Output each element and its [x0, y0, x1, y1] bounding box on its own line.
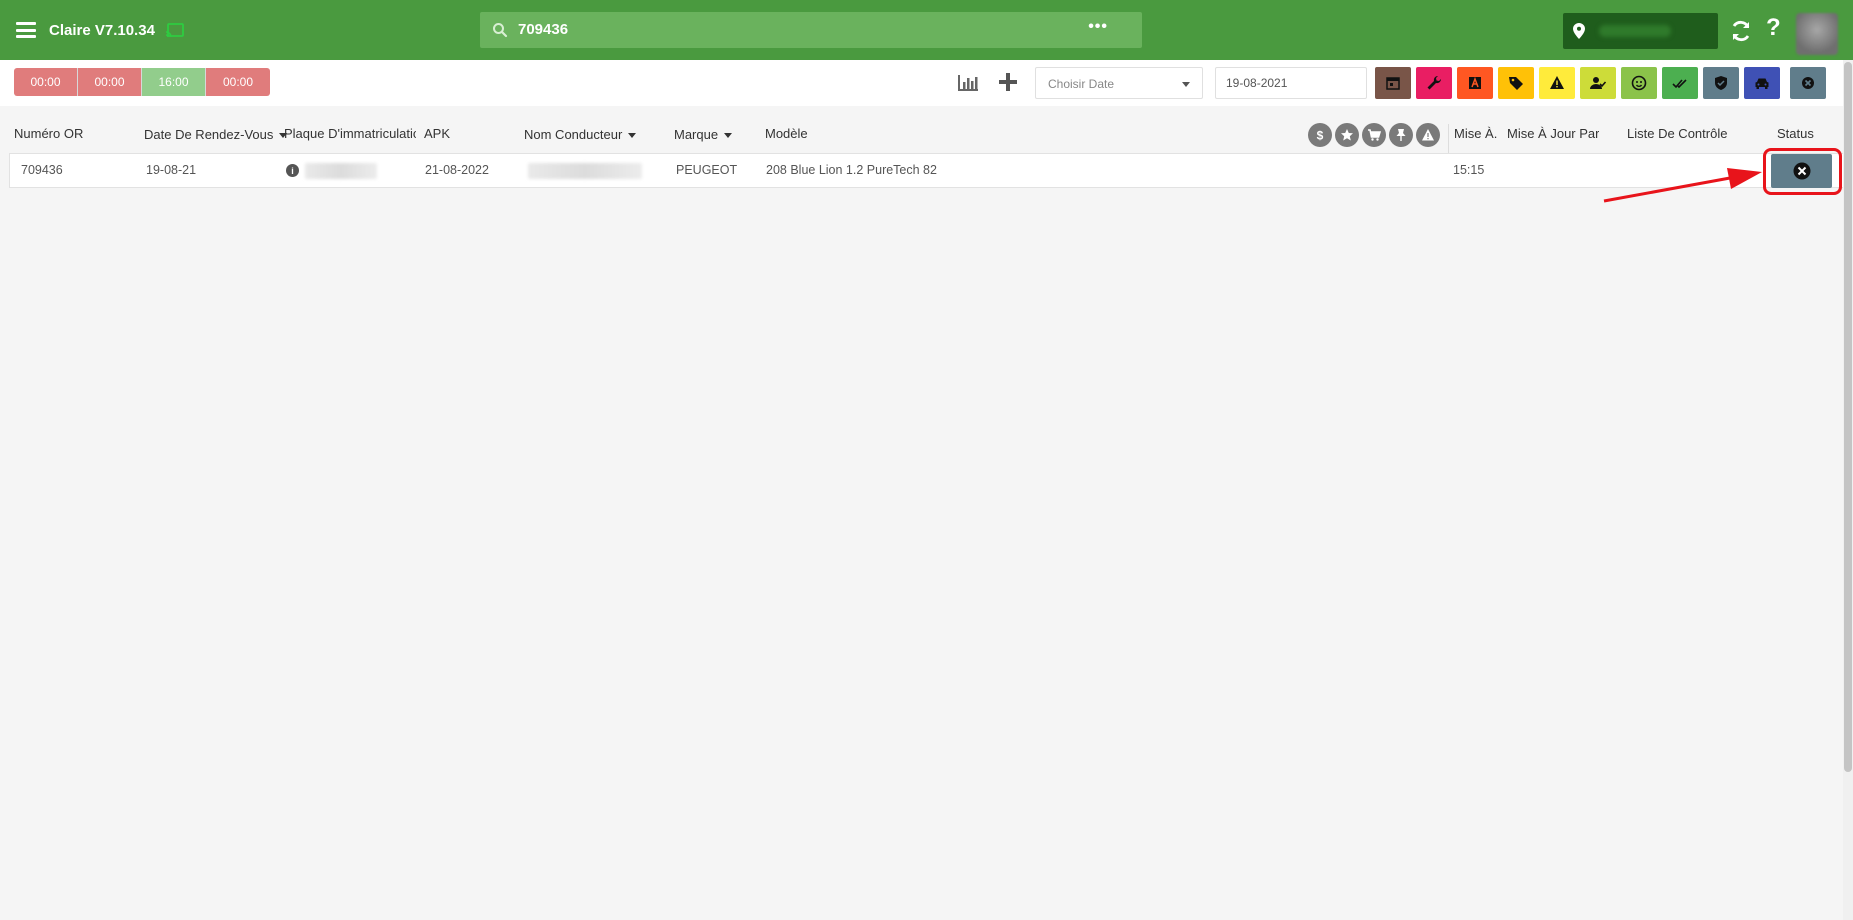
face-filter-button[interactable]: [1621, 67, 1657, 99]
user-check-icon: [1590, 77, 1606, 89]
time-slot-button[interactable]: 16:00: [142, 68, 206, 96]
search-options-button[interactable]: •••: [1088, 18, 1108, 36]
star-icon[interactable]: [1335, 123, 1359, 147]
double-check-filter-button[interactable]: [1662, 67, 1698, 99]
shield-filter-button[interactable]: [1703, 67, 1739, 99]
add-icon[interactable]: [998, 72, 1018, 92]
svg-text:$: $: [1317, 129, 1324, 143]
search-bar[interactable]: 709436 •••: [480, 12, 1142, 48]
cancel-icon: [1802, 77, 1814, 89]
header-status[interactable]: Status: [1777, 126, 1814, 141]
calendar-icon: [1386, 77, 1400, 90]
time-slot-button[interactable]: 00:00: [14, 68, 78, 96]
time-slot-button[interactable]: 00:00: [78, 68, 142, 96]
menu-icon[interactable]: [16, 22, 36, 38]
table-row[interactable]: 709436 19-08-21 i 21-08-2022 PEUGEOT 208…: [9, 153, 1845, 188]
cell-apk: 21-08-2022: [425, 163, 489, 177]
cell-plaque-redacted: [305, 163, 377, 179]
car-filter-button[interactable]: [1744, 67, 1780, 99]
warning-filter-button[interactable]: [1539, 67, 1575, 99]
user-check-filter-button[interactable]: [1580, 67, 1616, 99]
cancel-filter-button[interactable]: [1790, 67, 1826, 99]
double-check-icon: [1672, 79, 1687, 89]
scrollbar-thumb[interactable]: [1844, 62, 1852, 772]
location-value-redacted: [1599, 25, 1671, 37]
date-input[interactable]: [1215, 67, 1367, 99]
choose-date-label: Choisir Date: [1048, 77, 1115, 91]
letter-a-icon: [1469, 76, 1481, 89]
cell-date-rdv: 19-08-21: [146, 163, 197, 177]
header-plaque[interactable]: Plaque D'immatriculation: [284, 126, 416, 141]
search-input[interactable]: 709436: [518, 21, 568, 38]
scrollbar[interactable]: [1843, 60, 1853, 920]
warning-icon[interactable]: [1416, 123, 1440, 147]
wrench-filter-button[interactable]: [1416, 67, 1452, 99]
cell-nom-conducteur-redacted: [528, 163, 642, 179]
avatar[interactable]: [1796, 13, 1838, 55]
top-bar: Claire V7.10.34 709436 ••• ?: [0, 0, 1853, 60]
refresh-icon[interactable]: [1729, 19, 1753, 43]
tag-filter-button[interactable]: [1498, 67, 1534, 99]
car-icon: [1755, 78, 1769, 89]
header-numero-or[interactable]: Numéro OR: [14, 126, 83, 141]
time-slot-group: 00:00 00:00 16:00 00:00: [14, 68, 270, 96]
choose-date-dropdown[interactable]: Choisir Date: [1035, 67, 1203, 99]
header-marque[interactable]: Marque: [674, 127, 732, 142]
header-mise-a-jour-par[interactable]: Mise À Jour Par: [1507, 126, 1599, 141]
face-icon: [1631, 75, 1647, 91]
dollar-icon[interactable]: $: [1308, 123, 1332, 147]
header-apk[interactable]: APK: [424, 126, 450, 141]
cell-marque: PEUGEOT: [676, 163, 738, 177]
location-selector[interactable]: [1563, 13, 1718, 49]
header-mise-a[interactable]: Mise À...: [1454, 126, 1498, 141]
cell-numero-or: 709436: [21, 163, 63, 177]
cast-icon[interactable]: [165, 22, 185, 40]
toolbar: 00:00 00:00 16:00 00:00 Choisir Date: [0, 60, 1853, 106]
header-liste-controle[interactable]: Liste De Contrôle: [1627, 126, 1727, 141]
pin-icon[interactable]: [1389, 123, 1413, 147]
highlight-box: [1763, 148, 1842, 195]
info-icon[interactable]: i: [286, 164, 299, 177]
header-date-rdv[interactable]: Date De Rendez-Vous: [144, 127, 287, 142]
time-slot-button[interactable]: 00:00: [206, 68, 270, 96]
wrench-icon: [1427, 75, 1442, 90]
warning-icon: [1550, 76, 1564, 89]
column-divider: [1448, 124, 1449, 154]
cell-mise-a: 15:15: [1453, 163, 1485, 177]
app-title: Claire V7.10.34: [49, 22, 155, 39]
header-nom-conducteur[interactable]: Nom Conducteur: [524, 127, 636, 142]
cart-icon[interactable]: [1362, 123, 1386, 147]
help-icon[interactable]: ?: [1766, 14, 1781, 42]
shield-icon: [1715, 76, 1727, 90]
cell-modele: 208 Blue Lion 1.2 PureTech 82: [766, 163, 937, 177]
location-pin-icon: [1573, 23, 1585, 39]
bar-chart-icon[interactable]: [957, 73, 979, 93]
tag-icon: [1509, 77, 1523, 90]
table-header: Numéro OR Date De Rendez-Vous Plaque D'i…: [0, 120, 1853, 154]
header-modele[interactable]: Modèle: [765, 126, 808, 141]
search-icon: [493, 23, 508, 38]
calendar-filter-button[interactable]: [1375, 67, 1411, 99]
letter-a-filter-button[interactable]: [1457, 67, 1493, 99]
chevron-down-icon: [1182, 82, 1190, 87]
